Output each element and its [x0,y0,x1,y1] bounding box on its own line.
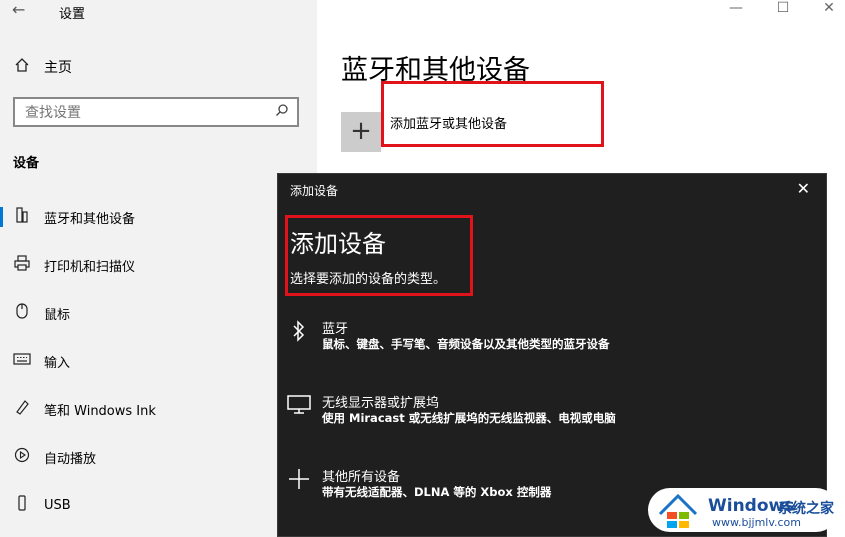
sidebar-item-mouse[interactable]: 鼠标 [0,293,317,333]
option-name: 蓝牙 [322,322,349,337]
sidebar-item-label: 笔和 Windows Ink [44,403,156,419]
option-name: 无线显示器或扩展坞 [322,396,440,411]
option-name: 其他所有设备 [322,470,401,485]
sidebar-item-printers[interactable]: 打印机和扫描仪 [0,245,317,285]
home-icon [14,57,30,77]
highlight-box-add-device [381,81,604,147]
dialog-close-icon[interactable]: ✕ [797,179,810,198]
watermark-url: www.bjjmlv.com [712,516,801,529]
plus-icon: + [350,116,372,146]
windows-logo-icon [656,492,700,534]
sidebar-item-usb[interactable]: USB [0,485,317,525]
highlight-box-dialog-heading [285,215,473,296]
search-box[interactable] [13,97,299,127]
printer-icon [0,255,44,275]
autoplay-icon [0,447,44,467]
search-icon[interactable] [275,103,289,121]
option-description: 鼠标、键盘、手写笔、音频设备以及其他类型的蓝牙设备 [322,337,610,351]
sidebar-item-label: 鼠标 [44,307,71,323]
bluetooth-icon [286,320,312,347]
sidebar-home[interactable]: 主页 [14,57,72,77]
sidebar-item-bluetooth[interactable]: 蓝牙和其他设备 [0,197,317,237]
usb-icon [0,495,44,515]
section-title-devices: 设备 [13,156,40,171]
mouse-icon [0,303,44,323]
add-device-plus-button[interactable]: + [341,112,381,152]
plus-icon [286,468,312,495]
option-bluetooth[interactable]: 蓝牙 鼠标、键盘、手写笔、音频设备以及其他类型的蓝牙设备 [278,318,826,378]
window-title: 设置 [59,7,86,22]
back-arrow-icon[interactable]: ← [12,0,25,19]
sidebar-item-label: 输入 [44,355,71,371]
watermark: Windows 系统之家 www.bjjmlv.com [642,480,845,537]
sidebar-item-label: 打印机和扫描仪 [44,259,136,275]
search-input[interactable] [15,99,267,127]
sidebar-item-label: USB [44,497,71,513]
watermark-site: 系统之家 [778,501,834,517]
bluetooth-devices-icon [0,207,44,227]
option-description: 带有无线适配器、DLNA 等的 Xbox 控制器 [322,485,552,499]
pen-icon [0,399,44,419]
maximize-button[interactable]: ☐ [768,0,798,20]
sidebar-item-label: 自动播放 [44,451,97,467]
home-label: 主页 [44,60,72,76]
keyboard-icon [0,353,44,369]
close-window-button[interactable]: ✕ [814,0,844,20]
option-description: 使用 Miracast 或无线扩展坞的无线监视器、电视或电脑 [322,411,616,425]
option-wireless-display[interactable]: 无线显示器或扩展坞 使用 Miracast 或无线扩展坞的无线监视器、电视或电脑 [278,392,826,452]
dialog-title: 添加设备 [290,184,339,198]
settings-sidebar: ← 设置 主页 设备 蓝牙和其他设备 打印机和扫描仪 鼠标 输入 [0,0,317,537]
sidebar-item-autoplay[interactable]: 自动播放 [0,437,317,477]
sidebar-item-label: 蓝牙和其他设备 [44,211,136,227]
sidebar-item-pen[interactable]: 笔和 Windows Ink [0,389,317,429]
sidebar-item-input[interactable]: 输入 [0,341,317,381]
minimize-button[interactable]: — [721,0,751,20]
monitor-icon [286,394,312,419]
